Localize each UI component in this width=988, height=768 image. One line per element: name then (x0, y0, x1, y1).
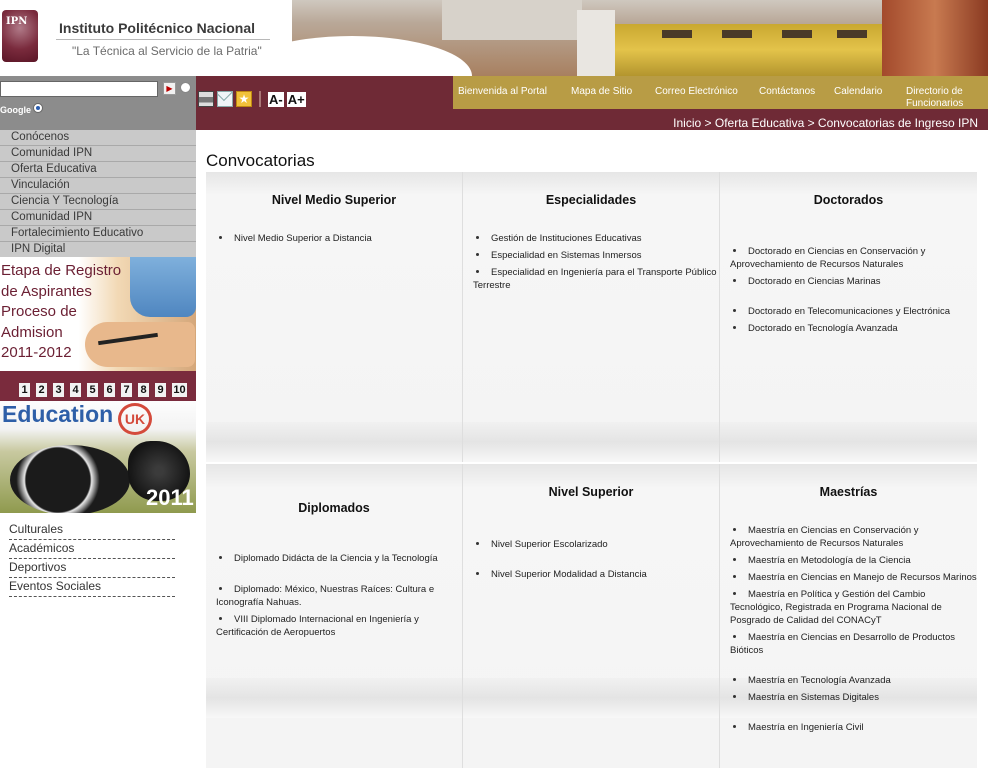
column-title: Maestrías (819, 485, 878, 499)
header-divider (56, 39, 270, 40)
column-especialidades: Especialidades Gestión de Instituciones … (463, 172, 720, 462)
list-item[interactable]: Doctorado en Telecomunicaciones y Electr… (730, 305, 975, 318)
breadcrumb[interactable]: Inicio > Oferta Educativa > Convocatoria… (673, 116, 978, 130)
column-maestrias: Maestrías Maestría en Ciencias en Conser… (720, 464, 977, 768)
sidebar-menu: Conócenos Comunidad IPN Oferta Educativa… (0, 130, 196, 262)
sidebar-item-ciencia[interactable]: Ciencia Y Tecnología (0, 194, 196, 210)
link-eventos-sociales[interactable]: Eventos Sociales (9, 578, 175, 597)
list-item[interactable]: Especialidad en Sistemas Inmersos (473, 249, 717, 262)
column-title: Nivel Medio Superior (271, 193, 397, 207)
nav-contactanos[interactable]: Contáctanos (759, 86, 815, 98)
registro-banner-text: Etapa de Registro de Aspirantes Proceso … (1, 262, 122, 361)
column-title: Nivel Superior (548, 485, 634, 499)
pager-item-1[interactable]: 1 (19, 383, 30, 397)
education-title: Education (2, 401, 114, 427)
sidebar-item-comunidad[interactable]: Comunidad IPN (0, 146, 196, 162)
uk-badge: UK (118, 403, 152, 435)
list-item[interactable]: Especialidad en Ingeniería para el Trans… (473, 266, 717, 292)
search-go-button[interactable]: ▶ (163, 82, 176, 95)
list-item[interactable]: Doctorado en Ciencias Marinas (730, 275, 975, 288)
list-item[interactable]: Maestría en Metodología de la Ciencia (730, 554, 977, 567)
google-label: Google (0, 105, 31, 115)
link-culturales[interactable]: Culturales (9, 521, 175, 540)
toolbar-separator (259, 91, 261, 107)
list-item[interactable]: Nivel Medio Superior a Distancia (216, 232, 460, 245)
institution-tagline: "La Técnica al Servicio de la Patria" (72, 44, 262, 58)
pager-item-3[interactable]: 3 (53, 383, 64, 397)
pager-item-2[interactable]: 2 (36, 383, 47, 397)
link-academicos[interactable]: Académicos (9, 540, 175, 559)
nav-directorio[interactable]: Directorio de Funcionarios (906, 86, 963, 110)
nav-mapa-sitio[interactable]: Mapa de Sitio (571, 86, 632, 98)
list-item[interactable]: Maestría en Tecnología Avanzada (730, 674, 977, 687)
sidebar-item-comunidad-2[interactable]: Comunidad IPN (0, 210, 196, 226)
favorite-star-icon[interactable]: ★ (236, 91, 252, 107)
sidebar-item-fortalecimiento[interactable]: Fortalecimiento Educativo (0, 226, 196, 242)
sidebar-item-ipn-digital[interactable]: IPN Digital (0, 242, 196, 258)
site-header: IPN Instituto Politécnico Nacional "La T… (0, 0, 988, 76)
pager-item-5[interactable]: 5 (87, 383, 98, 397)
list-item[interactable]: Diplomado Didácta de la Ciencia y la Tec… (216, 552, 456, 565)
convocatorias-panel-top: Nivel Medio Superior Nivel Medio Superio… (206, 172, 977, 462)
pager-item-9[interactable]: 9 (155, 383, 166, 397)
list-item[interactable]: Maestría en Sistemas Digitales (730, 691, 977, 704)
list-item[interactable]: Maestría en Ciencias en Manejo de Recurs… (730, 571, 977, 584)
list-item[interactable]: Doctorado en Ciencias en Conservación y … (730, 245, 975, 271)
pager-item-6[interactable]: 6 (104, 383, 115, 397)
header-photo (292, 0, 988, 76)
nav-calendario[interactable]: Calendario (834, 86, 882, 98)
column-diplomados: Diplomados Diplomado Didácta de la Cienc… (206, 464, 463, 768)
google-radio[interactable] (33, 103, 43, 113)
logo-area: IPN Instituto Politécnico Nacional "La T… (0, 0, 292, 76)
sidebar-item-oferta[interactable]: Oferta Educativa (0, 162, 196, 178)
top-navigation: Bienvenida al Portal Mapa de Sitio Corre… (453, 76, 988, 109)
list-item[interactable]: Maestría en Ciencias en Desarrollo de Pr… (730, 631, 977, 657)
font-decrease-button[interactable]: A- (268, 91, 284, 107)
pager-item-8[interactable]: 8 (138, 383, 149, 397)
list-item[interactable]: VIII Diplomado Internacional en Ingenier… (216, 613, 456, 639)
list-item[interactable]: Maestría en Ciencias en Conservación y A… (730, 524, 977, 550)
page-title: Convocatorias (206, 151, 315, 170)
print-icon[interactable] (198, 91, 214, 107)
education-uk-banner[interactable]: Education UK 2011 (0, 401, 196, 513)
nav-bienvenida[interactable]: Bienvenida al Portal (458, 86, 547, 98)
sidebar-item-conocenos[interactable]: Conócenos (0, 130, 196, 146)
column-doctorados: Doctorados Doctorado en Ciencias en Cons… (720, 172, 977, 462)
column-nivel-superior: Nivel Superior Nivel Superior Escolariza… (463, 464, 720, 768)
sidebar-item-vinculacion[interactable]: Vinculación (0, 178, 196, 194)
left-sidebar: ▶ Google Conócenos Comunidad IPN Oferta … (0, 76, 196, 768)
search-input[interactable] (0, 81, 158, 97)
category-links: Culturales Académicos Deportivos Eventos… (9, 521, 175, 597)
pager-item-7[interactable]: 7 (121, 383, 132, 397)
list-item[interactable]: Nivel Superior Escolarizado (473, 538, 717, 551)
institution-name[interactable]: Instituto Politécnico Nacional (59, 20, 255, 36)
nav-correo[interactable]: Correo Electrónico (655, 86, 738, 98)
logo-text: IPN (6, 16, 28, 27)
search-scope-radio[interactable] (180, 82, 191, 93)
list-item[interactable]: Maestría en Ingeniería Civil (730, 721, 977, 734)
search-box: ▶ Google (0, 76, 196, 130)
banner-pager: 1 2 3 4 5 6 7 8 9 10 (0, 371, 196, 401)
column-title: Doctorados (813, 193, 884, 207)
list-item[interactable]: Gestión de Instituciones Educativas (473, 232, 717, 245)
top-bar: ★ A- A+ Bienvenida al Portal Mapa de Sit… (196, 76, 988, 130)
education-year: 2011 (146, 485, 194, 510)
ipn-logo[interactable]: IPN (2, 10, 38, 62)
pager-item-4[interactable]: 4 (70, 383, 81, 397)
column-medio-superior: Nivel Medio Superior Nivel Medio Superio… (206, 172, 463, 462)
list-item[interactable]: Nivel Superior Modalidad a Distancia (473, 568, 717, 581)
toolbar-icons: ★ A- A+ (198, 90, 306, 108)
list-item[interactable]: Maestría en Política y Gestión del Cambi… (730, 588, 977, 627)
mail-icon[interactable] (217, 91, 233, 107)
column-title: Especialidades (545, 193, 637, 207)
convocatorias-panel-bottom: Diplomados Diplomado Didácta de la Cienc… (206, 464, 977, 768)
registro-banner[interactable]: Etapa de Registro de Aspirantes Proceso … (0, 257, 196, 371)
pager-item-10[interactable]: 10 (172, 383, 187, 397)
link-deportivos[interactable]: Deportivos (9, 559, 175, 578)
font-increase-button[interactable]: A+ (286, 91, 306, 107)
list-item[interactable]: Doctorado en Tecnología Avanzada (730, 322, 975, 335)
column-title: Diplomados (298, 501, 370, 515)
list-item[interactable]: Diplomado: México, Nuestras Raíces: Cult… (216, 583, 456, 609)
